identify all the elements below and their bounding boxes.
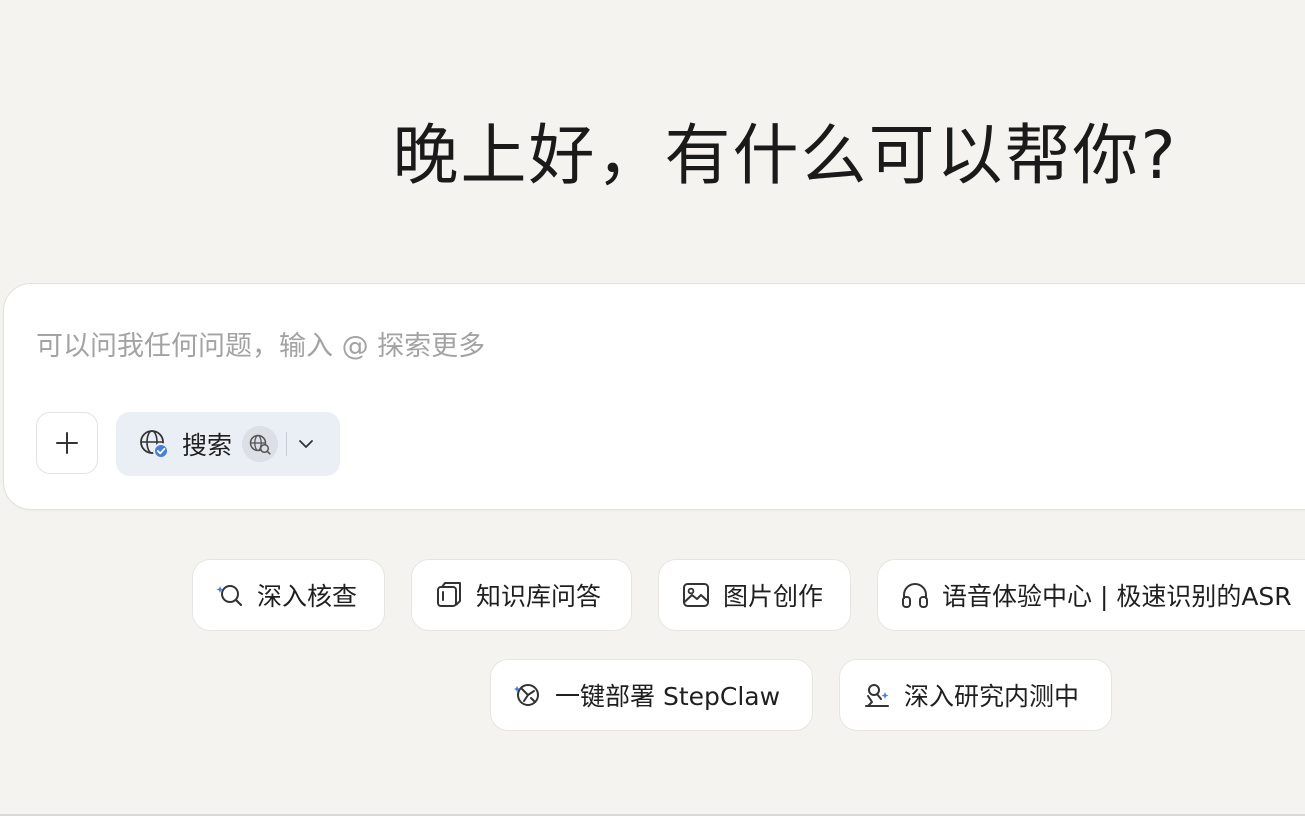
suggestion-image-creation[interactable]: 图片创作	[658, 559, 851, 631]
greeting-title: 晚上好，有什么可以帮你?	[392, 117, 1178, 194]
deploy-icon	[514, 684, 539, 706]
suggestion-knowledge-base[interactable]: 知识库问答	[411, 559, 632, 631]
plus-icon	[56, 432, 78, 454]
chat-composer: 搜索	[3, 283, 1305, 510]
research-icon	[865, 684, 889, 707]
headphones-icon	[902, 583, 928, 608]
suggestion-label: 深入研究内测中	[904, 682, 1080, 711]
chip-divider	[286, 432, 288, 456]
suggestion-label: 图片创作	[723, 582, 824, 611]
suggestion-voice-center[interactable]: 语音体验中心 | 极速识别的ASR	[877, 559, 1305, 631]
knowledge-base-icon	[437, 582, 461, 607]
suggestion-deploy-stepclaw[interactable]: 一键部署 StepClaw	[490, 659, 813, 731]
search-toggle-button[interactable]: 搜索	[116, 412, 340, 476]
suggestion-label: 一键部署 StepClaw	[555, 682, 781, 711]
globe-check-icon	[140, 430, 169, 459]
suggestion-label: 语音体验中心 | 极速识别的ASR	[942, 582, 1292, 611]
chevron-down-icon	[299, 440, 313, 448]
suggestion-label: 知识库问答	[476, 582, 602, 611]
suggestion-deep-check[interactable]: 深入核查	[192, 559, 385, 631]
chat-input[interactable]	[36, 324, 1036, 368]
image-icon	[683, 583, 709, 607]
search-mode-dropdown[interactable]	[297, 435, 315, 453]
suggestion-deep-research[interactable]: 深入研究内测中	[839, 659, 1112, 731]
add-attachment-button[interactable]	[36, 412, 98, 474]
search-label: 搜索	[182, 431, 233, 460]
suggestion-label: 深入核查	[257, 582, 358, 611]
web-search-mode-icon[interactable]	[242, 426, 279, 462]
deep-check-icon	[216, 585, 243, 607]
